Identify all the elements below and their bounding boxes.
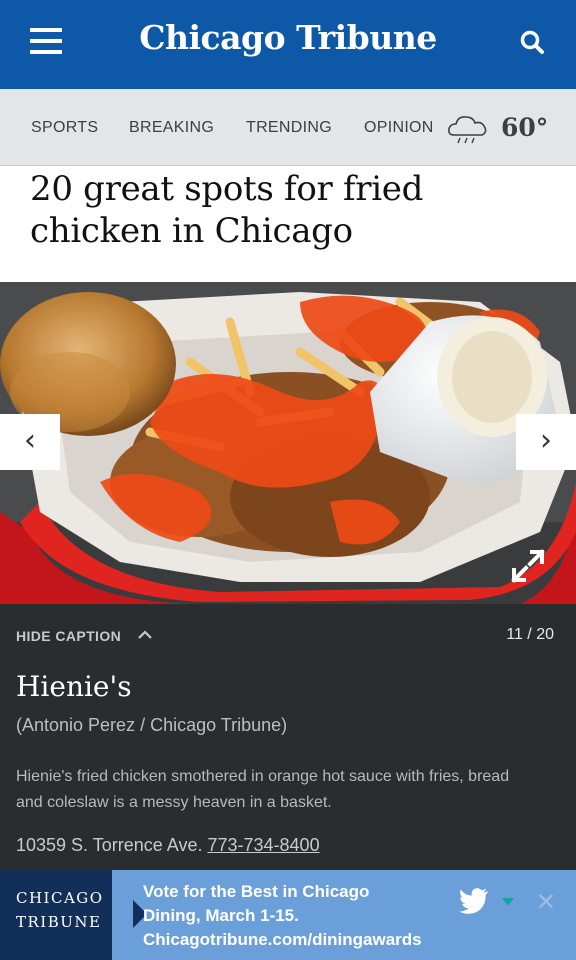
ad-text[interactable]: Vote for the Best in Chicago Dining, Mar… [143,880,463,952]
nav-item-opinion[interactable]: OPINION [364,119,434,137]
ad-line1: Vote for the Best in Chicago [143,882,370,901]
nav-item-trending[interactable]: TRENDING [246,119,332,137]
dropdown-triangle-icon[interactable] [502,898,514,906]
site-logo[interactable]: Chicago Tribune [0,18,576,57]
hide-caption-button[interactable]: HIDE CAPTION [16,628,121,644]
top-bar: Chicago Tribune [0,0,576,89]
ad-brand-line2: TRIBUNE [16,913,102,931]
ad-banner[interactable]: CHICAGO TRIBUNE Vote for the Best in Chi… [0,870,576,960]
search-icon[interactable] [518,28,548,58]
ad-brand-line1: CHICAGO [16,889,104,907]
gallery-next-button[interactable]: › [516,414,576,470]
expand-arrows-icon[interactable] [508,546,548,586]
phone-link[interactable]: 773-734-8400 [207,835,319,855]
chevron-up-icon[interactable] [136,628,154,640]
restaurant-address: 10359 S. Torrence Ave. 773-734-8400 [16,835,320,856]
section-nav: SPORTS BREAKING TRENDING OPINION 60° [0,89,576,166]
ad-line3: Chicagotribune.com/diningawards [143,930,422,949]
close-ad-button[interactable]: ✕ [534,890,558,914]
fried-chicken-basket-image [0,282,576,604]
nav-item-breaking[interactable]: BREAKING [129,119,214,137]
article-headline: 20 great spots for fried chicken in Chic… [30,169,424,251]
caption-panel: HIDE CAPTION 11 / 20 Hienie's (Antonio P… [0,604,576,870]
photo-credit: (Antonio Perez / Chicago Tribune) [16,715,288,735]
nav-item-sports[interactable]: SPORTS [31,119,98,137]
caption-title: Hienie's [16,670,132,703]
address-text: 10359 S. Torrence Ave. [16,835,203,855]
caption-description: Hienie's fried chicken smothered in oran… [16,768,510,811]
ad-line2: Dining, March 1-15. [143,906,299,925]
gallery-prev-button[interactable]: ‹ [0,414,60,470]
temperature[interactable]: 60° [501,113,548,142]
ad-brand: CHICAGO TRIBUNE [0,870,112,960]
slide-counter: 11 / 20 [506,626,554,643]
gallery-photo[interactable]: ‹ › [0,282,576,604]
twitter-bird-icon[interactable] [459,888,489,914]
rain-cloud-icon[interactable] [446,111,490,145]
